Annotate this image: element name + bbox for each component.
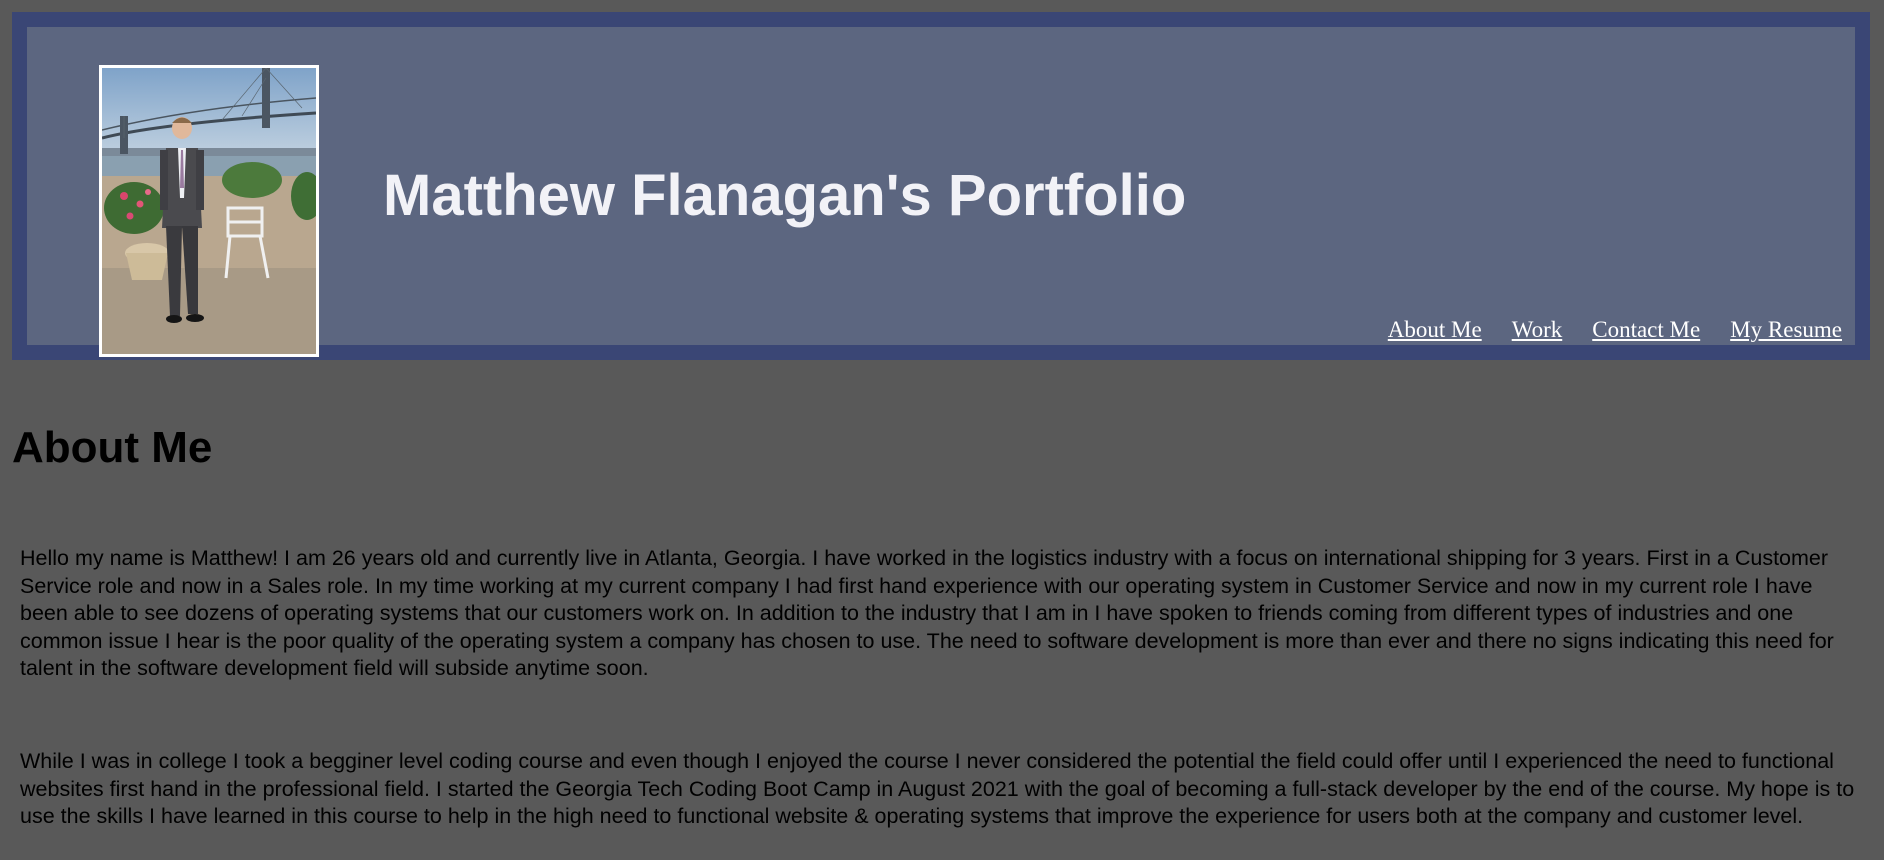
nav-link-about-me[interactable]: About Me — [1388, 317, 1482, 343]
site-header: Matthew Flanagan's Portfolio About Me Wo… — [12, 12, 1870, 360]
nav-link-work[interactable]: Work — [1512, 317, 1563, 343]
profile-photo — [99, 65, 319, 357]
about-me-heading: About Me — [12, 423, 213, 472]
about-paragraph-1: Hello my name is Matthew! I am 26 years … — [20, 546, 1834, 680]
nav-link-contact-me[interactable]: Contact Me — [1592, 317, 1700, 343]
about-paragraph-2: While I was in college I took a begginer… — [20, 749, 1855, 828]
site-title: Matthew Flanagan's Portfolio — [383, 163, 1187, 228]
nav-link-my-resume[interactable]: My Resume — [1730, 317, 1842, 343]
main-nav: About Me Work Contact Me My Resume — [1388, 317, 1842, 343]
profile-photo-image — [102, 68, 316, 354]
